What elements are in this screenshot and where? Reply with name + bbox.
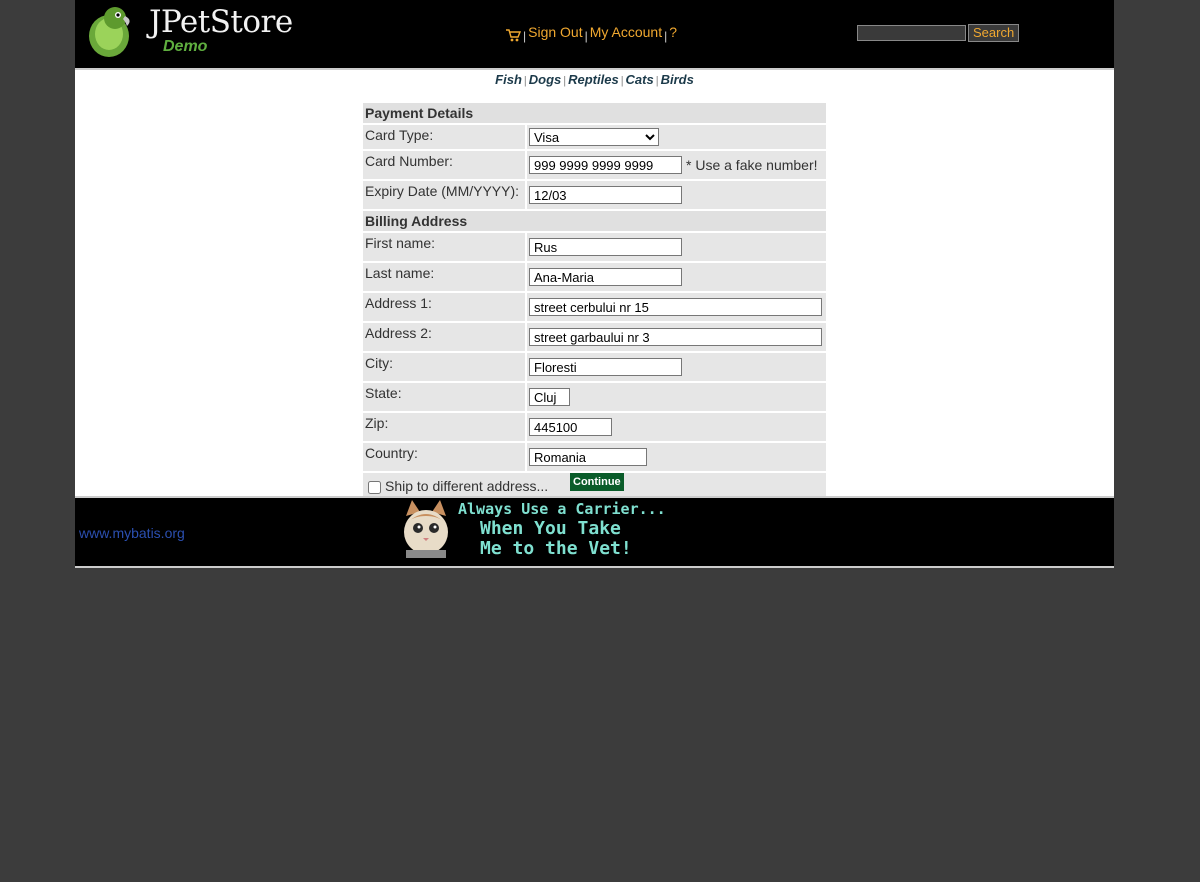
country-field[interactable] (529, 448, 647, 466)
quicklink-birds[interactable]: Birds (661, 72, 694, 87)
header: JPetStore Demo | Sign Out | My Account |? Se… (75, 0, 1114, 70)
cart-icon[interactable] (505, 28, 521, 42)
search-form: Search (857, 24, 1020, 42)
billing-address-header: Billing Address (363, 211, 826, 231)
address2-cell (525, 323, 826, 351)
last-name-label: Last name: (363, 263, 525, 291)
quicklink-separator: | (523, 75, 527, 87)
help-link[interactable]: ? (669, 24, 677, 40)
cat-icon (404, 500, 448, 558)
address2-row: Address 2: (363, 323, 826, 351)
first-name-row: First name: (363, 233, 826, 261)
address2-label: Address 2: (363, 323, 525, 351)
state-field[interactable] (529, 388, 570, 406)
page-wrapper: JPetStore Demo | Sign Out | My Account |? Se… (75, 0, 1114, 568)
last-name-row: Last name: (363, 263, 826, 291)
quicklink-reptiles[interactable]: Reptiles (568, 72, 619, 87)
city-label: City: (363, 353, 525, 381)
card-type-row: Card Type: Visa (363, 125, 826, 149)
my-account-link[interactable]: My Account (590, 24, 662, 40)
main-menu: | Sign Out | My Account |? (505, 24, 677, 43)
card-type-label: Card Type: (363, 125, 525, 149)
address1-field[interactable] (529, 298, 822, 316)
card-number-cell: * Use a fake number! (525, 151, 826, 179)
first-name-label: First name: (363, 233, 525, 261)
expiry-field[interactable] (529, 186, 682, 204)
zip-label: Zip: (363, 413, 525, 441)
zip-cell (525, 413, 826, 441)
address2-field[interactable] (529, 328, 822, 346)
country-row: Country: (363, 443, 826, 471)
menu-separator: | (584, 29, 588, 43)
city-cell (525, 353, 826, 381)
card-number-row: Card Number: * Use a fake number! (363, 151, 826, 179)
category-quicklinks: Fish | Dogs | Reptiles | Cats | Birds (75, 72, 1114, 87)
search-input[interactable] (857, 25, 966, 41)
expiry-label: Expiry Date (MM/YYYY): (363, 181, 525, 209)
quicklink-fish[interactable]: Fish (495, 72, 522, 87)
state-cell (525, 383, 826, 411)
ship-different-checkbox[interactable] (368, 480, 381, 494)
sign-out-link[interactable]: Sign Out (528, 24, 582, 40)
first-name-cell (525, 233, 826, 261)
zip-row: Zip: (363, 413, 826, 441)
banner-line-1: Always Use a Carrier... (458, 500, 666, 518)
quicklink-cats[interactable]: Cats (626, 72, 654, 87)
card-number-field[interactable] (529, 156, 682, 174)
section-header-row: Billing Address (363, 211, 826, 231)
address1-row: Address 1: (363, 293, 826, 321)
search-button[interactable]: Search (968, 24, 1020, 42)
banner-ad[interactable]: Always Use a Carrier... When You Take Me… (398, 498, 678, 560)
logo[interactable]: JPetStore Demo (83, 2, 293, 60)
banner-line-2: When You Take (480, 518, 621, 539)
last-name-field[interactable] (529, 268, 682, 286)
order-form-table: Payment Details Card Type: Visa Card Num… (363, 101, 826, 501)
address1-cell (525, 293, 826, 321)
menu-separator: | (523, 29, 527, 43)
quicklink-separator: | (563, 75, 567, 87)
banner-line-3: Me to the Vet! (480, 538, 632, 559)
parrot-logo-icon (89, 7, 130, 57)
footer: www.mybatis.org Always Use a Carrier... … (75, 496, 1114, 568)
quicklink-separator: | (620, 75, 624, 87)
main-content: Fish | Dogs | Reptiles | Cats | Birds Payment De… (75, 70, 1114, 499)
state-row: State: (363, 383, 826, 411)
city-field[interactable] (529, 358, 682, 376)
menu-separator: | (664, 29, 668, 43)
expiry-row: Expiry Date (MM/YYYY): (363, 181, 826, 209)
address1-label: Address 1: (363, 293, 525, 321)
logo-brand-text: JPetStore (149, 4, 293, 40)
payment-details-header: Payment Details (363, 103, 826, 123)
zip-field[interactable] (529, 418, 612, 436)
country-cell (525, 443, 826, 471)
quicklink-dogs[interactable]: Dogs (529, 72, 562, 87)
mybatis-link[interactable]: www.mybatis.org (79, 525, 185, 541)
city-row: City: (363, 353, 826, 381)
card-type-cell: Visa (525, 125, 826, 149)
ship-different-label: Ship to different address... (385, 478, 549, 494)
quicklink-separator: | (655, 75, 659, 87)
card-number-label: Card Number: (363, 151, 525, 179)
card-type-select[interactable]: Visa (529, 128, 659, 146)
section-header-row: Payment Details (363, 103, 826, 123)
expiry-cell (525, 181, 826, 209)
continue-button[interactable]: Continue (570, 473, 624, 491)
state-label: State: (363, 383, 525, 411)
first-name-field[interactable] (529, 238, 682, 256)
last-name-cell (525, 263, 826, 291)
logo-demo-text: Demo (163, 38, 208, 55)
card-number-hint: * Use a fake number! (686, 156, 818, 173)
country-label: Country: (363, 443, 525, 471)
